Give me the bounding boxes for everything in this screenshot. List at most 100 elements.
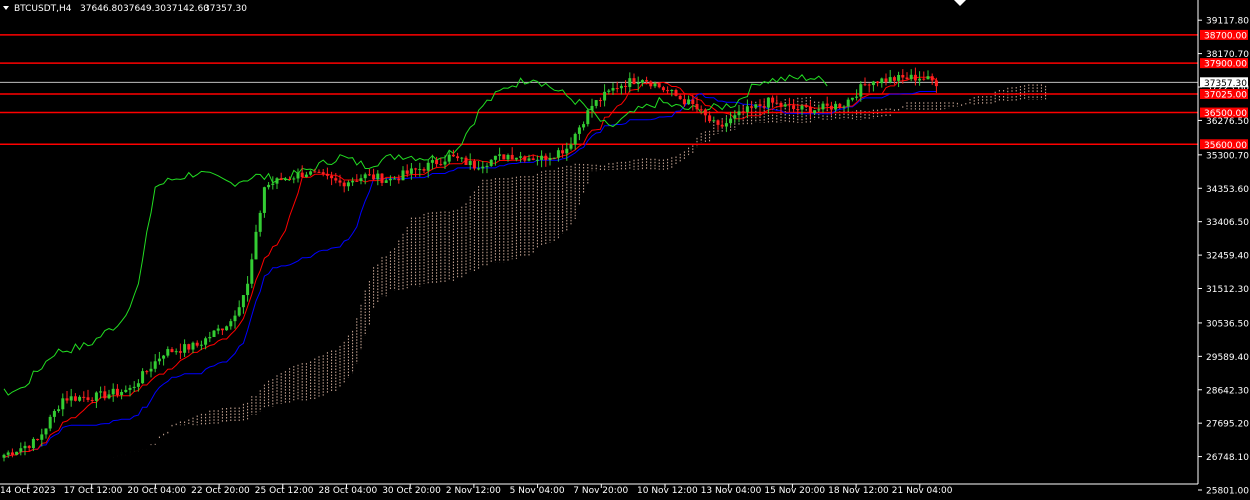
candle-body (577, 127, 581, 134)
candle-body (393, 178, 397, 180)
ohlc-open: 37646.80 (80, 4, 123, 14)
candle-body (439, 164, 443, 166)
candle-body (535, 159, 539, 161)
candle-body (510, 154, 514, 160)
candle-body (561, 150, 565, 154)
candle-body (779, 102, 783, 107)
y-tick-label: 34353.60 (1206, 185, 1249, 195)
candle-body (792, 105, 796, 109)
candle-body (338, 180, 342, 183)
candle-body (548, 157, 552, 160)
candle-body (191, 342, 195, 350)
candle-body (867, 84, 871, 86)
candle-body (846, 99, 850, 107)
y-tick-label: 33406.50 (1206, 218, 1249, 228)
candle-body (666, 90, 670, 92)
candle-body (57, 409, 61, 411)
candle-body (766, 97, 770, 108)
candle-body (506, 154, 510, 160)
candle-body (594, 100, 598, 106)
candle-body (468, 160, 472, 166)
candle-body (267, 184, 271, 188)
candle-body (86, 397, 90, 400)
candle-body (729, 118, 733, 124)
candle-body (48, 416, 52, 429)
candle-body (170, 349, 174, 353)
candle-body (367, 174, 371, 176)
y-tick-label: 26748.10 (1206, 453, 1249, 463)
x-tick-label: 5 Nov 04:00 (510, 486, 565, 496)
candle-body (556, 150, 560, 158)
candle-body (892, 77, 896, 81)
candle-body (136, 383, 140, 387)
candle-body (23, 445, 27, 449)
candle-body (758, 104, 762, 107)
candle-body (489, 159, 493, 166)
price-chart[interactable]: 39117.8038170.7037223.6036276.5035300.70… (0, 0, 1250, 500)
candle-body (204, 338, 208, 345)
candle-body (212, 330, 216, 338)
candle-body (296, 172, 300, 179)
candle-body (636, 82, 640, 85)
candle-body (233, 315, 237, 322)
candle-body (598, 100, 602, 102)
candle-body (69, 396, 73, 401)
candle-body (569, 144, 573, 149)
candle-body (27, 445, 31, 449)
candle-body (741, 111, 745, 113)
candle-body (124, 389, 128, 392)
candle-body (384, 180, 388, 183)
candle-body (262, 187, 266, 213)
candle-body (619, 85, 623, 89)
candle-body (754, 104, 758, 108)
candle-body (19, 448, 23, 452)
level-price-label: 37025.00 (1204, 91, 1247, 101)
candle-body (611, 88, 615, 91)
chart-background (0, 0, 1250, 500)
candle-body (78, 396, 82, 401)
x-tick-label: 2 Nov 12:00 (446, 486, 501, 496)
candle-body (115, 388, 119, 395)
x-tick-label: 7 Nov 20:00 (573, 486, 628, 496)
candle-body (708, 115, 712, 122)
x-tick-label: 20 Oct 04:00 (127, 486, 186, 496)
candle-body (6, 452, 10, 455)
candle-body (178, 351, 182, 353)
candle-body (485, 165, 489, 167)
y-tick-label: 35300.70 (1206, 151, 1249, 161)
candle-body (313, 171, 317, 173)
candle-body (582, 124, 586, 128)
level-price-label: 35600.00 (1204, 141, 1247, 151)
ohlc-high: 37649.30 (123, 4, 166, 14)
candle-body (321, 172, 325, 174)
candle-body (876, 81, 880, 84)
candle-body (418, 169, 422, 171)
candle-body (645, 80, 649, 82)
candle-body (733, 115, 737, 119)
candle-body (40, 434, 44, 440)
candle-body (918, 78, 922, 81)
candle-body (241, 295, 245, 308)
candle-body (750, 106, 754, 108)
y-tick-label: 27695.20 (1206, 420, 1249, 430)
candle-body (926, 76, 930, 80)
candle-body (157, 358, 161, 362)
candle-body (674, 90, 678, 96)
candle-body (653, 83, 657, 87)
candle-body (15, 451, 19, 455)
candle-body (330, 175, 334, 179)
candle-body (10, 452, 14, 455)
candle-body (388, 178, 392, 181)
candle-body (376, 173, 380, 180)
chart-symbol: BTCUSDT,H4 (14, 4, 72, 14)
candle-body (640, 80, 644, 83)
candle-body (451, 154, 455, 157)
candle-body (716, 120, 720, 125)
candle-body (292, 178, 296, 180)
candle-body (195, 342, 199, 346)
candle-body (351, 180, 355, 183)
candle-body (825, 103, 829, 106)
candle-body (162, 355, 166, 359)
x-tick-label: 17 Oct 12:00 (64, 486, 123, 496)
candle-body (502, 154, 506, 160)
